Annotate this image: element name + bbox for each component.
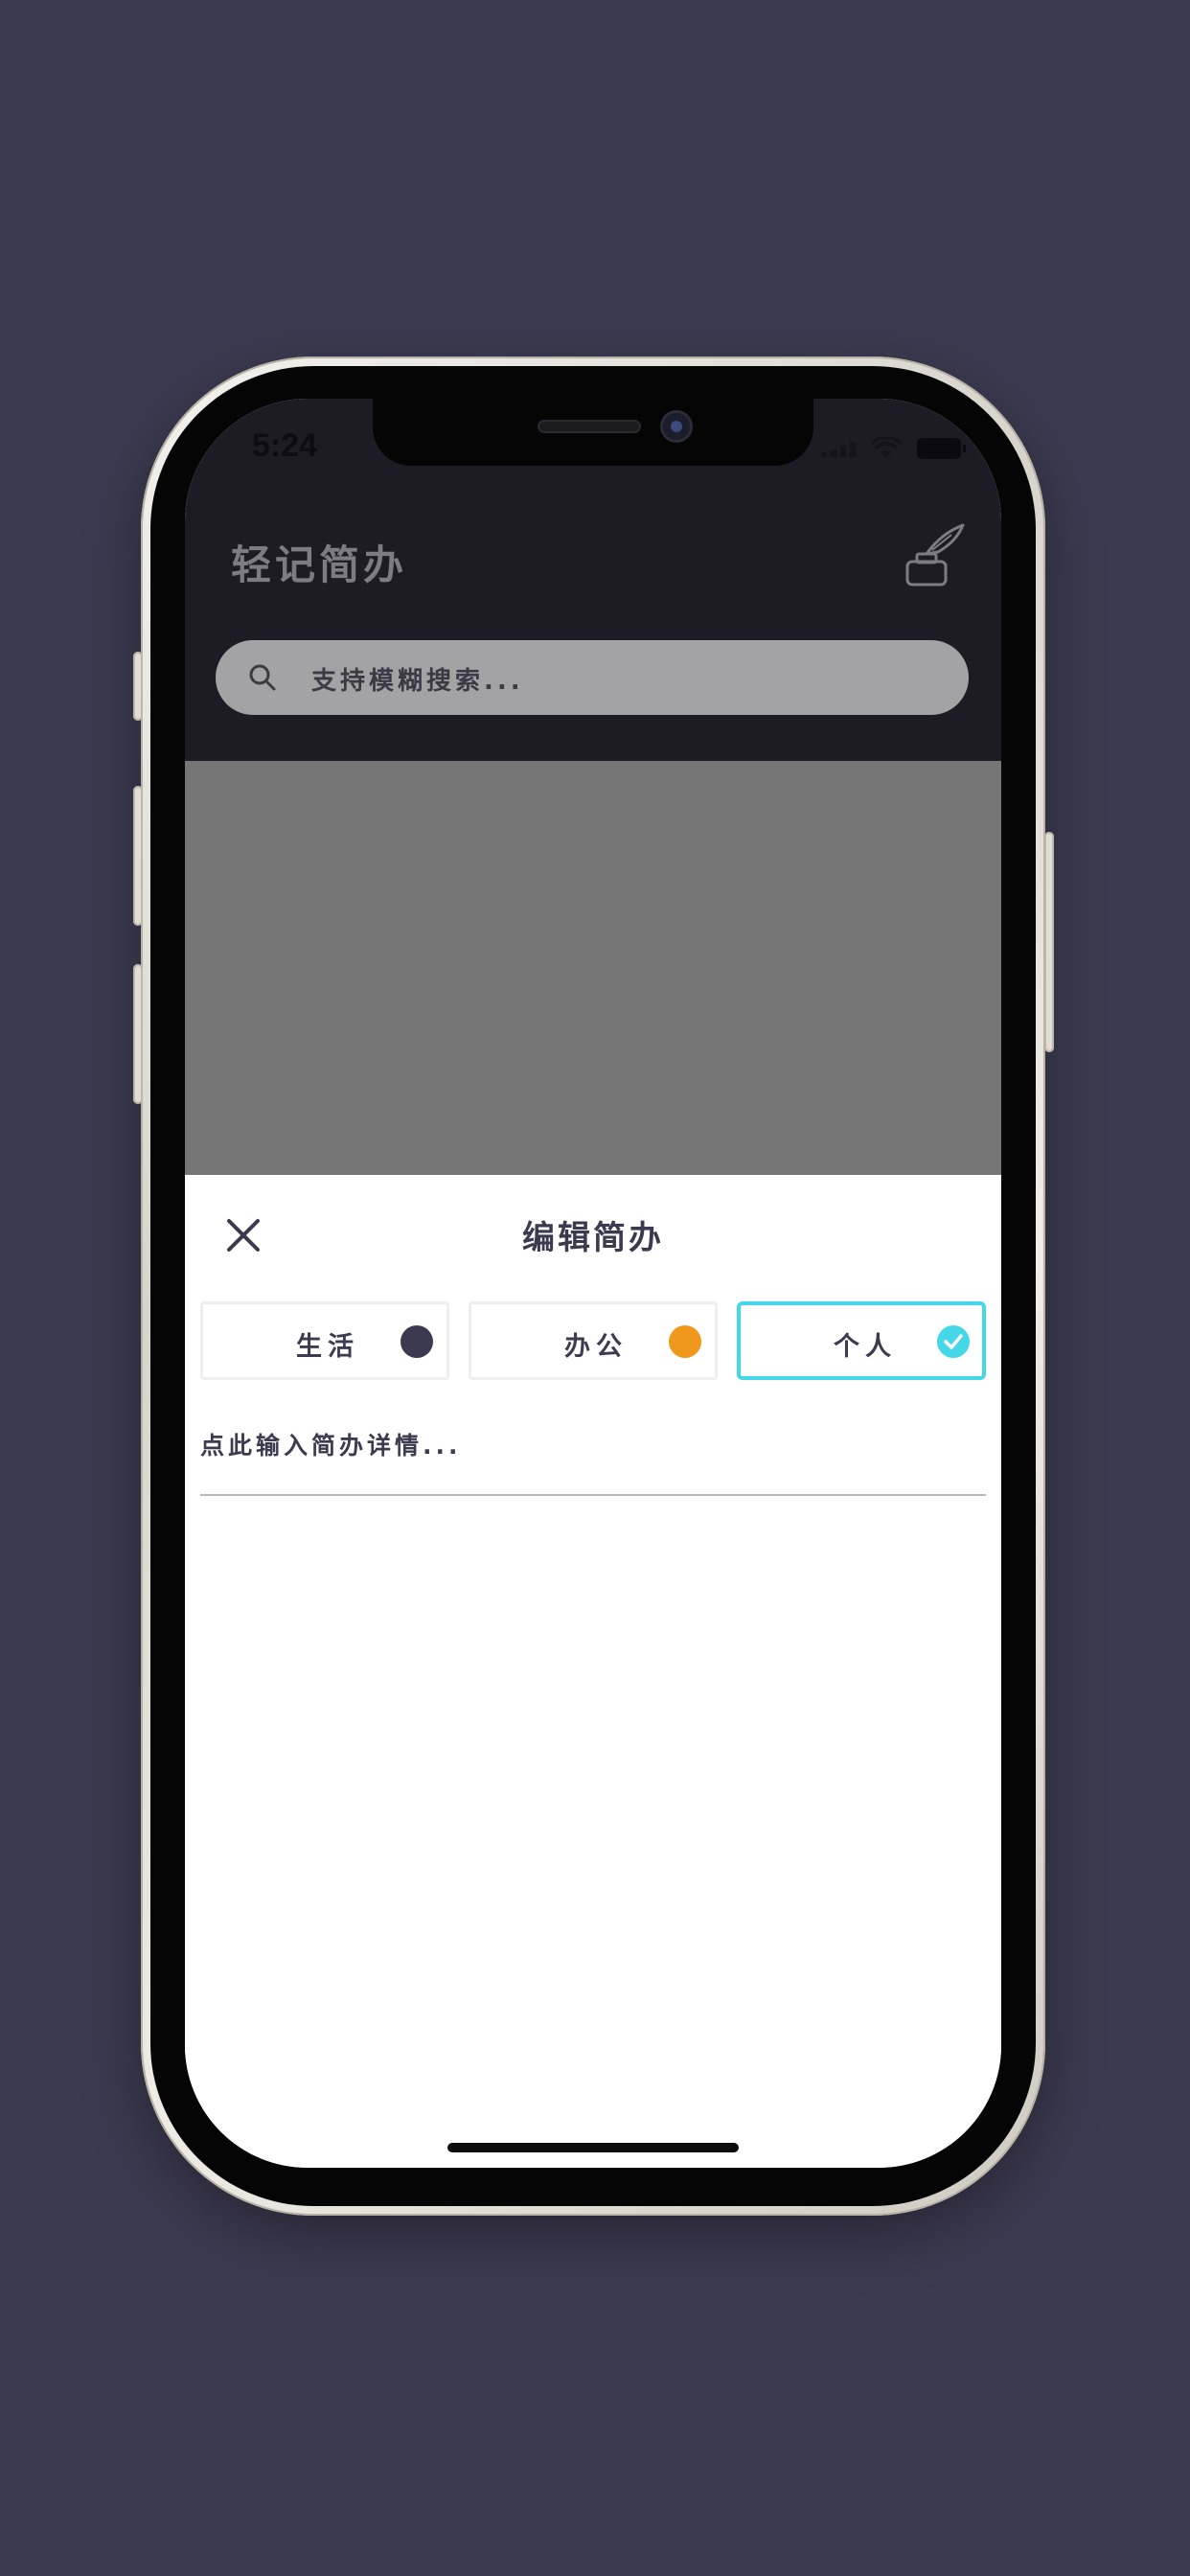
check-circle-icon — [937, 1325, 970, 1358]
volume-up-button — [133, 786, 143, 926]
color-dot-icon — [669, 1325, 701, 1358]
input-underline — [200, 1494, 986, 1496]
wifi-icon — [871, 437, 902, 458]
app-header: 5:24 轻记简办 支持模糊搜索... — [185, 399, 1001, 761]
app-title: 轻记简办 — [231, 541, 408, 588]
edit-bottom-sheet: 编辑简办 生活 办公 个人 保存 — [185, 1175, 1001, 2168]
notch — [373, 399, 813, 466]
category-work-option[interactable]: 办公 — [469, 1301, 718, 1380]
category-personal-option[interactable]: 个人 — [737, 1301, 986, 1380]
search-placeholder: 支持模糊搜索... — [311, 667, 524, 696]
status-time: 5:24 — [252, 427, 318, 464]
speaker-grille — [538, 420, 641, 433]
detail-input[interactable] — [200, 1416, 986, 1474]
color-dot-icon — [400, 1325, 433, 1358]
sheet-title: 编辑简办 — [522, 1219, 664, 1257]
cellular-signal-icon — [821, 440, 856, 457]
category-selector: 生活 办公 个人 — [200, 1301, 986, 1380]
search-bar[interactable]: 支持模糊搜索... — [216, 640, 969, 715]
category-life-option[interactable]: 生活 — [200, 1301, 449, 1380]
battery-icon — [917, 438, 966, 459]
phone-screen: 5:24 轻记简办 支持模糊搜索... 编辑简办 生活 办公 个人 点此输入简办… — [185, 399, 1001, 2168]
silent-switch — [133, 652, 143, 721]
power-button — [1044, 832, 1054, 1052]
status-icons — [821, 437, 966, 460]
front-camera — [660, 410, 693, 443]
search-icon — [249, 664, 276, 691]
modal-backdrop[interactable] — [185, 761, 1001, 1175]
home-indicator[interactable] — [447, 2143, 739, 2152]
inkwell-quill-icon[interactable] — [904, 523, 967, 590]
volume-down-button — [133, 964, 143, 1104]
